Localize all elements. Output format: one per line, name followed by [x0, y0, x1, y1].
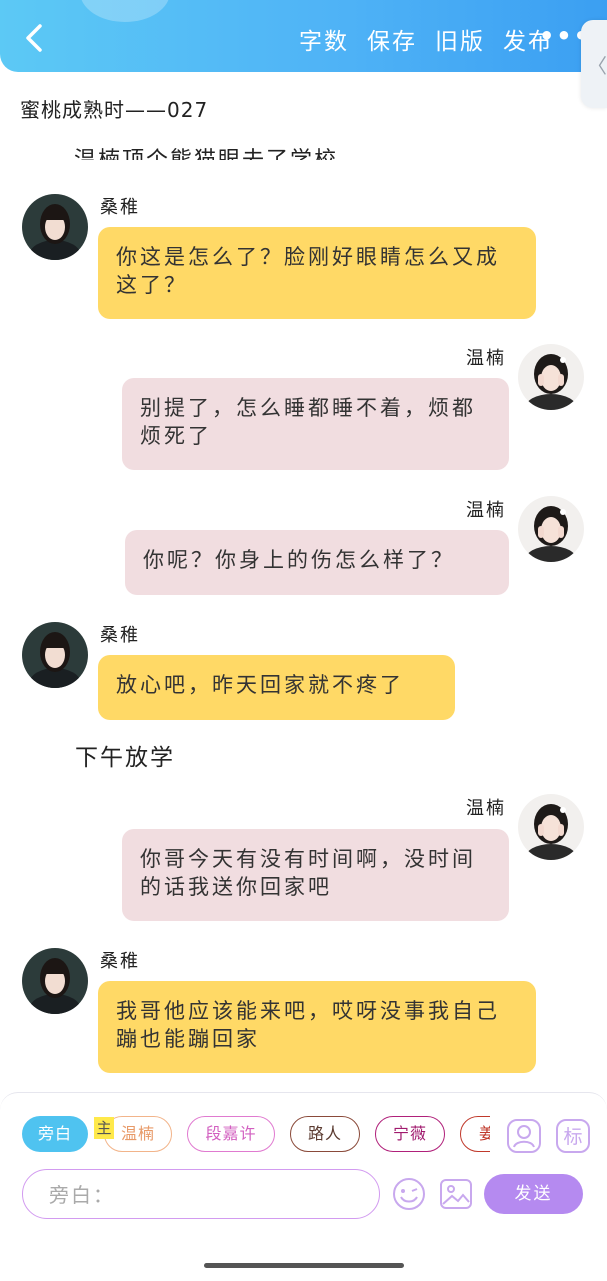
- old-version-button[interactable]: 旧版: [435, 22, 485, 56]
- narration-text[interactable]: 下午放学: [75, 738, 175, 772]
- avatar-sangzhi[interactable]: [22, 194, 88, 260]
- message-bubble[interactable]: 你这是怎么了？脸刚好眼睛怎么又成这了？: [98, 227, 536, 319]
- svg-text:标: 标: [563, 1126, 582, 1148]
- avatar-wennan[interactable]: [518, 496, 584, 562]
- role-chip-ningwei[interactable]: 宁薇: [375, 1116, 445, 1152]
- speaker-name: 桑稚: [100, 625, 140, 646]
- avatar-wennan-portrait: [518, 496, 584, 562]
- home-indicator[interactable]: [204, 1263, 404, 1268]
- avatar-sangzhi-portrait: [22, 948, 88, 1014]
- image-icon[interactable]: [438, 1176, 474, 1212]
- avatar-sangzhi[interactable]: [22, 948, 88, 1014]
- speaker-name: 温楠: [466, 798, 506, 819]
- speaker-name: 桑稚: [100, 951, 140, 972]
- narration-line-clipped: 温楠顶个熊猫眼去了学校: [74, 136, 338, 160]
- role-chip-duanjiaxu[interactable]: 段嘉许: [187, 1116, 275, 1152]
- message-bubble[interactable]: 放心吧，昨天回家就不疼了: [98, 655, 455, 720]
- main-character-tag: 主: [94, 1117, 114, 1139]
- message-bubble[interactable]: 我哥他应该能来吧，哎呀没事我自己蹦也能蹦回家: [98, 981, 536, 1073]
- message-input-box[interactable]: [22, 1169, 380, 1219]
- avatar-sangzhi-portrait: [22, 622, 88, 688]
- side-tab-arrow-icon: 〈: [587, 54, 607, 78]
- chevron-left-icon: [26, 24, 42, 52]
- role-chip-narrator[interactable]: 旁白: [22, 1116, 88, 1152]
- speaker-name: 温楠: [466, 348, 506, 369]
- top-bar: 字数 保存 旧版 发布 •••: [0, 0, 607, 72]
- avatar-wennan-portrait: [518, 344, 584, 410]
- narration-text: 温楠顶个熊猫眼去了学校: [74, 142, 338, 160]
- role-chip-wennan[interactable]: 温楠: [104, 1116, 172, 1152]
- send-button[interactable]: 发送: [484, 1174, 583, 1214]
- role-selector-row: 旁白 温楠 段嘉许 路人 宁薇 姜: [0, 1116, 490, 1156]
- avatar-wennan-portrait: [518, 794, 584, 860]
- speaker-name: 桑稚: [100, 197, 140, 218]
- speaker-name: 温楠: [466, 500, 506, 521]
- emoji-icon[interactable]: [391, 1176, 427, 1212]
- avatar-sangzhi-portrait: [22, 194, 88, 260]
- message-bubble[interactable]: 别提了，怎么睡都睡不着，烦都烦死了: [122, 378, 509, 470]
- role-chip-luren[interactable]: 路人: [290, 1116, 360, 1152]
- add-character-icon[interactable]: [506, 1118, 542, 1154]
- word-count-button[interactable]: 字数: [299, 22, 349, 56]
- message-bubble[interactable]: 你呢？你身上的伤怎么样了？: [125, 530, 509, 595]
- tag-icon[interactable]: 标: [555, 1118, 591, 1154]
- message-bubble[interactable]: 你哥今天有没有时间啊，没时间的话我送你回家吧: [122, 829, 509, 921]
- header-decoration: [80, 0, 170, 22]
- header-actions: 字数 保存 旧版 发布: [299, 22, 553, 56]
- back-button[interactable]: [18, 20, 50, 56]
- story-title: 蜜桃成熟时——027: [20, 98, 209, 122]
- message-input[interactable]: [47, 1180, 351, 1210]
- save-button[interactable]: 保存: [367, 22, 417, 56]
- avatar-wennan[interactable]: [518, 794, 584, 860]
- avatar-sangzhi[interactable]: [22, 622, 88, 688]
- avatar-wennan[interactable]: [518, 344, 584, 410]
- role-chip-jiang[interactable]: 姜: [460, 1116, 490, 1152]
- side-drawer-tab[interactable]: 〈: [581, 20, 607, 108]
